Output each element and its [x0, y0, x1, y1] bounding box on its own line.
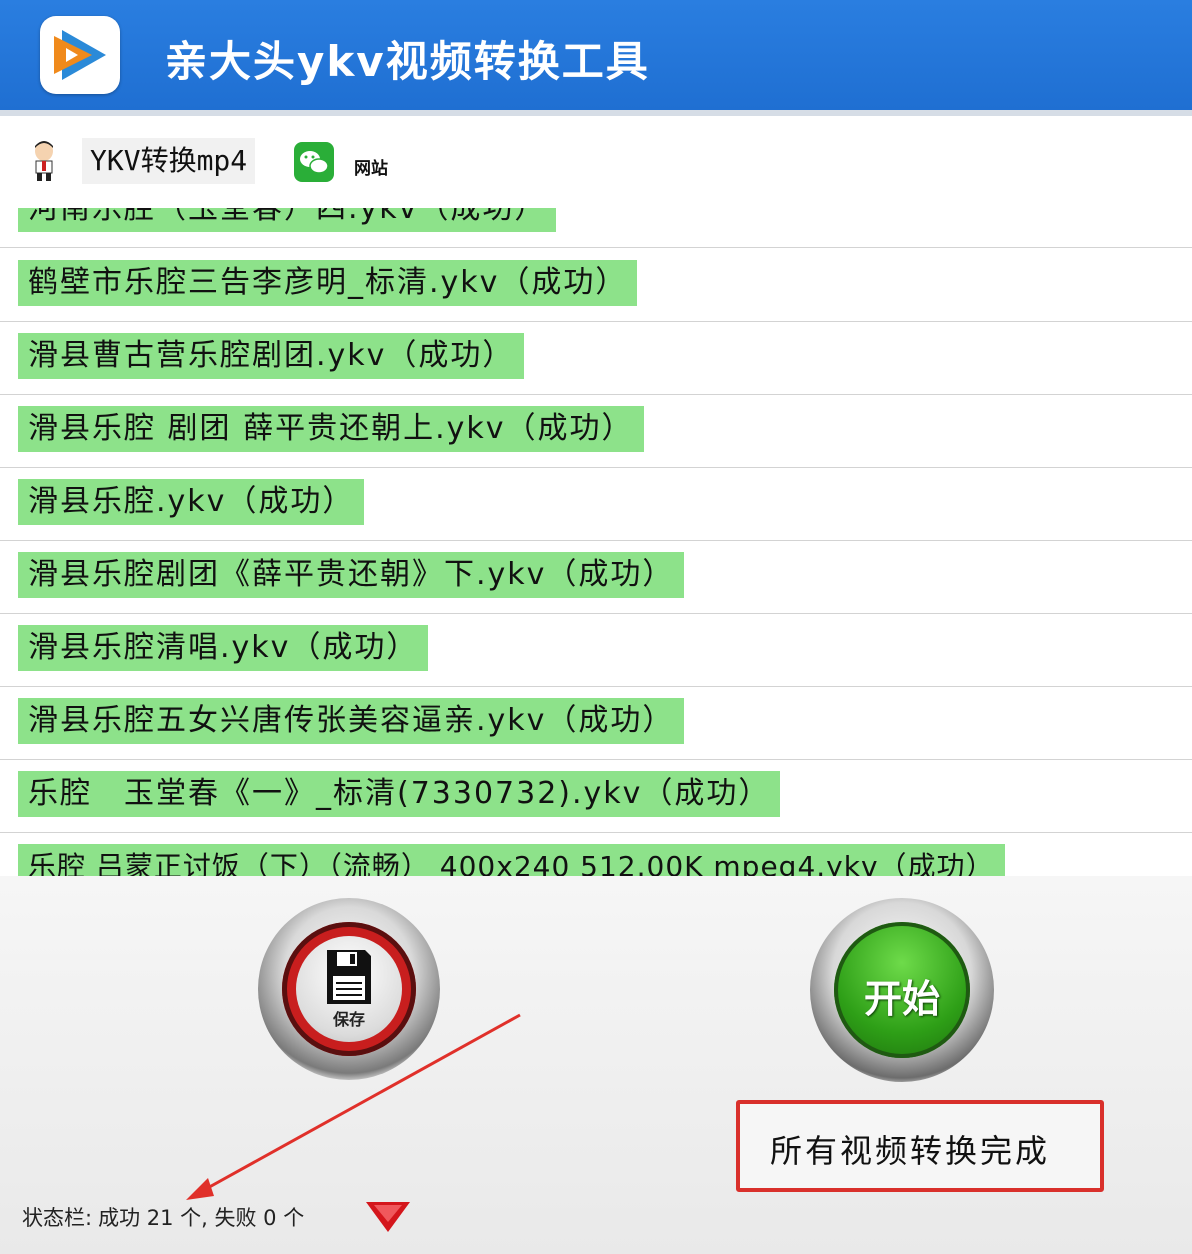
list-item[interactable]: 河南乐腔（玉堂春）四.ykv（成功） — [0, 208, 1192, 248]
app-logo-icon — [40, 16, 120, 94]
status-message-text: 所有视频转换完成 — [770, 1132, 1051, 1170]
file-name-label: 滑县乐腔清唱.ykv（成功） — [18, 625, 429, 671]
title-bar: 亲大头ykv视频转换工具 — [0, 0, 1192, 116]
dropdown-triangle-icon[interactable] — [364, 1198, 412, 1234]
list-item[interactable]: 乐腔 玉堂春《一》_标清(7330732).ykv（成功） — [0, 759, 1192, 833]
list-item[interactable]: 鹤壁市乐腔三告李彦明_标清.ykv（成功） — [0, 248, 1192, 322]
file-name-label: 滑县乐腔五女兴唐传张美容逼亲.ykv（成功） — [18, 698, 685, 744]
status-bar-text: 成功 21 个, 失败 0 个 — [98, 1206, 305, 1230]
user-avatar-icon[interactable] — [26, 140, 62, 186]
control-panel: 保存 开始 所有视频转换完成 状态栏: 成功 21 个, 失败 0 个 — [0, 876, 1192, 1254]
file-name-label: 乐腔 玉堂春《一》_标清(7330732).ykv（成功） — [18, 771, 781, 817]
status-bar: 状态栏: 成功 21 个, 失败 0 个 — [22, 1202, 304, 1232]
toolbar: YKV转换mp4 网站 — [0, 116, 1192, 208]
save-button[interactable]: 保存 — [258, 898, 440, 1080]
wechat-icon[interactable] — [294, 142, 334, 186]
start-button-face: 开始 — [834, 922, 970, 1058]
status-message-box: 所有视频转换完成 — [736, 1100, 1104, 1192]
list-item[interactable]: 滑县曹古营乐腔剧团.ykv（成功） — [0, 321, 1192, 395]
list-item[interactable]: 滑县乐腔.ykv（成功） — [0, 467, 1192, 541]
website-link[interactable]: 网站 — [354, 154, 388, 179]
list-item[interactable]: 滑县乐腔 剧团 薛平贵还朝上.ykv（成功） — [0, 394, 1192, 468]
save-button-label: 保存 — [332, 1010, 365, 1029]
file-name-label: 河南乐腔（玉堂春）四.ykv（成功） — [18, 208, 557, 232]
list-item[interactable]: 滑县乐腔清唱.ykv（成功） — [0, 613, 1192, 687]
file-name-label: 滑县曹古营乐腔剧团.ykv（成功） — [18, 333, 525, 379]
list-item[interactable]: 滑县乐腔五女兴唐传张美容逼亲.ykv（成功） — [0, 686, 1192, 760]
save-button-face: 保存 — [296, 936, 402, 1042]
save-button-ring: 保存 — [282, 922, 416, 1056]
file-name-label: 滑县乐腔.ykv（成功） — [18, 479, 365, 525]
list-item[interactable]: 滑县乐腔剧团《薛平贵还朝》下.ykv（成功） — [0, 540, 1192, 614]
start-button-label: 开始 — [863, 977, 940, 1021]
file-name-label: 鹤壁市乐腔三告李彦明_标清.ykv（成功） — [18, 260, 638, 306]
start-button[interactable]: 开始 — [810, 898, 994, 1082]
list-item[interactable]: 乐腔 吕蒙正讨饭（下）（流畅） 400x240 512.00K mpeg4.yk… — [0, 832, 1192, 876]
file-list[interactable]: 河南乐腔（玉堂春）四.ykv（成功） 鹤壁市乐腔三告李彦明_标清.ykv（成功）… — [0, 208, 1192, 876]
file-name-label: 乐腔 吕蒙正讨饭（下）（流畅） 400x240 512.00K mpeg4.yk… — [18, 844, 1005, 876]
window-title: 亲大头ykv视频转换工具 — [165, 37, 650, 86]
tab-ykv-to-mp4[interactable]: YKV转换mp4 — [82, 138, 256, 184]
floppy-disk-icon — [327, 950, 371, 1004]
file-name-label: 滑县乐腔 剧团 薛平贵还朝上.ykv（成功） — [18, 406, 644, 452]
file-name-label: 滑县乐腔剧团《薛平贵还朝》下.ykv（成功） — [18, 552, 685, 598]
status-bar-prefix: 状态栏: — [22, 1206, 93, 1230]
